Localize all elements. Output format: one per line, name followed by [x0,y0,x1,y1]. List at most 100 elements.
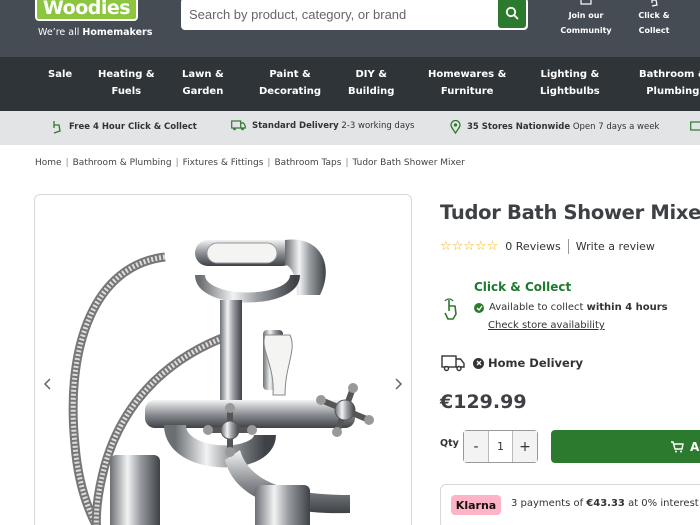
add-label: Add [690,439,700,454]
info-extra[interactable] [690,120,700,132]
info-click-collect[interactable]: Free 4 Hour Click & Collect [50,120,197,134]
nav-label: Lawn & [182,69,224,80]
qty-label: Qty [440,438,459,449]
cc-availability: Available to collect within 4 hours [474,302,668,313]
home-delivery-status: Home Delivery [473,356,583,370]
add-to-cart-button[interactable]: Add [551,430,700,463]
product-title: Tudor Bath Shower Mixer [440,201,700,224]
info-stores-rest: Open 7 days a week [572,122,660,132]
nav-label-2: Lightbulbs [540,86,600,97]
hand-icon [53,121,61,134]
gallery-next-arrow[interactable] [395,375,403,394]
nav-diy-building[interactable]: DIY & Building [348,66,394,100]
rating-divider [567,239,569,254]
crumb-bathroom-taps[interactable]: Bathroom Taps [274,158,341,168]
klarna-banner[interactable]: Klarna 3 payments of €43.33 at 0% intere… [440,484,700,525]
info-cc-text: Free 4 Hour Click & Collect [69,122,197,132]
nav-label-2: Building [348,86,395,97]
product-image [68,239,374,525]
nav-label-2: Plumbing [646,86,700,97]
cc-within-text: within 4 hours [586,302,668,313]
info-delivery-rest: 2-3 working days [341,120,415,131]
nav-label-2: Garden [182,86,224,97]
qty-decrease-button[interactable]: - [464,431,488,462]
van-icon [441,355,465,372]
site-header: Woodies We’re all Homemakers Join our Co… [0,0,700,57]
nav-heating-fuels[interactable]: Heating & Fuels [98,66,155,100]
nav-homewares-furniture[interactable]: Homewares & Furniture [428,66,506,100]
quantity-stepper: - 1 + [463,430,538,463]
qty-increase-button[interactable]: + [513,431,537,462]
cc-line1: Click & [638,11,670,20]
chevron-left-icon [43,378,51,390]
reviews-link[interactable]: 0 Reviews [505,240,560,253]
rating-row: ☆☆☆☆☆ 0 Reviews Write a review [440,239,655,254]
qty-input[interactable]: 1 [488,431,513,462]
nav-label: Homewares & [428,69,507,80]
nav-label: Heating & [98,69,155,80]
gallery-prev-arrow[interactable] [43,375,51,394]
nav-label-2: Decorating [259,86,322,97]
klarna-logo: Klarna [451,495,501,515]
delivery-icon [441,354,465,376]
hand-tap-icon [444,298,457,320]
crumb-sep: | [267,158,271,168]
nav-paint-decorating[interactable]: Paint & Decorating [259,66,321,100]
home-delivery-text: Home Delivery [488,356,584,370]
nav-label: Bathroom & [639,69,700,80]
crumb-current: Tudor Bath Shower Mixer [352,158,465,168]
tagline-bold: Homemakers [82,27,153,38]
cc-line2: Collect [638,26,670,35]
star-rating[interactable]: ☆☆☆☆☆ [440,239,498,254]
main-nav: Sale Heating & Fuels Lawn & Garden Paint &… [0,57,700,111]
click-collect-title: Click & Collect [474,280,572,294]
woodies-logo[interactable]: Woodies [35,0,138,21]
logo-text: Woodies [42,0,131,19]
klarna-prefix: 3 payments of [511,498,587,509]
join-line2: Community [560,26,612,35]
van-icon [231,120,246,131]
nav-lighting-lightbulbs[interactable]: Lighting & Lightbulbs [540,66,600,100]
klarna-amount: €43.33 [586,498,625,509]
click-collect-icon [441,296,463,326]
crumb-sep: | [345,158,349,168]
nav-label-2: Fuels [111,86,142,97]
hand-icon [651,0,658,7]
cc-available-text: Available to collect [489,302,584,313]
klarna-suffix: at 0% interest with [628,498,700,509]
community-icon [580,0,592,5]
tagline-prefix: We’re all [38,27,83,38]
product-price: €129.99 [440,391,527,413]
info-delivery[interactable]: Standard Delivery 2-3 working days [231,120,415,131]
tagline: We’re all Homemakers [38,27,152,38]
nav-label: DIY & [355,69,387,80]
crumb-home[interactable]: Home [35,158,62,168]
search-icon [505,6,519,20]
crumb-bathroom-plumbing[interactable]: Bathroom & Plumbing [73,158,172,168]
klarna-text: 3 payments of €43.33 at 0% interest with [511,498,700,509]
nav-label-2: Furniture [440,86,494,97]
info-stores[interactable]: 35 Stores Nationwide Open 7 days a week [450,120,659,134]
crumb-sep: | [65,158,69,168]
product-gallery[interactable] [34,194,412,525]
crumb-sep: | [175,158,179,168]
click-collect-link[interactable]: Click & Collect [624,0,684,38]
search-input[interactable] [181,0,496,30]
info-stores-bold: 35 Stores Nationwide [467,122,571,132]
check-store-link[interactable]: Check store availability [488,320,605,331]
check-icon [474,302,484,313]
nav-label: Lighting & [540,69,600,80]
cart-icon [671,440,684,452]
nav-label: Sale [48,69,73,80]
card-icon [690,121,700,131]
write-review-link[interactable]: Write a review [576,240,655,253]
nav-bathroom-plumbing[interactable]: Bathroom & Plumbing [639,66,700,100]
breadcrumb: Home | Bathroom & Plumbing | Fixtures & Fitt… [35,158,465,168]
nav-sale[interactable]: Sale [48,66,72,83]
search-button[interactable] [498,0,526,28]
crumb-fixtures-fittings[interactable]: Fixtures & Fittings [183,158,264,168]
nav-lawn-garden[interactable]: Lawn & Garden [182,66,224,100]
join-community-link[interactable]: Join our Community [556,0,616,38]
info-bar: Free 4 Hour Click & Collect Standard Del… [0,111,700,145]
location-pin-icon [450,120,461,134]
